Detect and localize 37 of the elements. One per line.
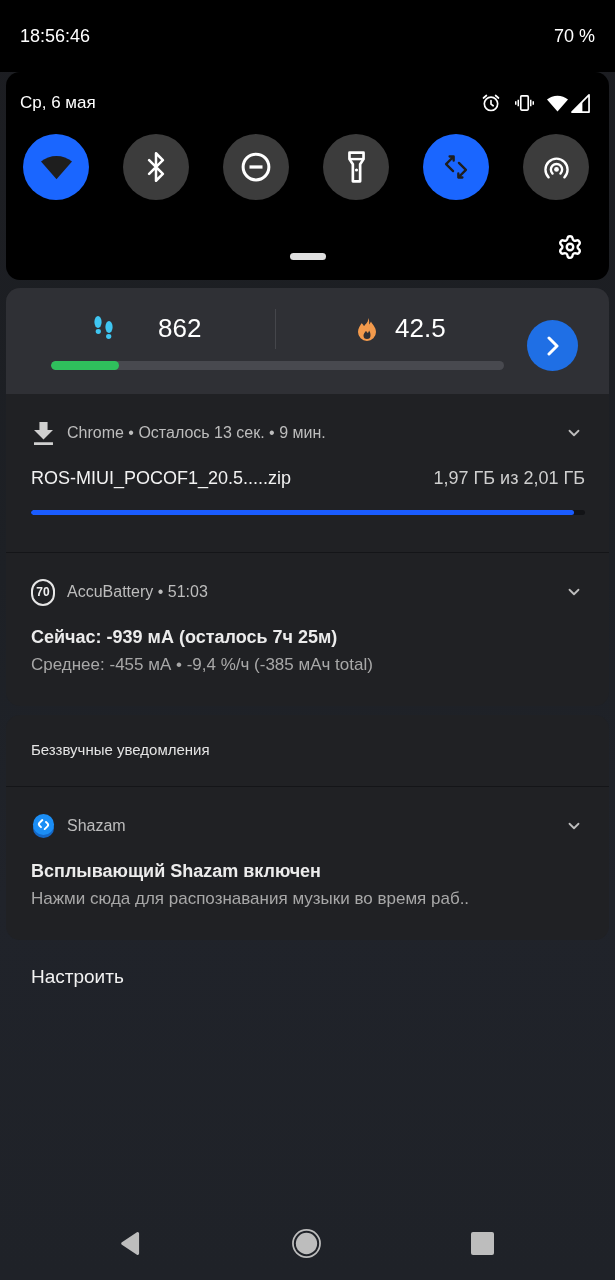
settings-icon[interactable]: [557, 234, 583, 260]
vibrate-icon: [514, 93, 535, 113]
flashlight-icon: [347, 151, 365, 183]
chevron-right-icon: [546, 335, 559, 356]
recents-icon: [470, 1231, 494, 1255]
home-icon: [291, 1228, 321, 1258]
signal-icon: [571, 93, 590, 113]
manage-button[interactable]: Настроить: [31, 963, 124, 987]
notification-text: Среднее: -455 мА • -9,4 %/ч (-385 мАч total): [31, 654, 373, 677]
minus-circle-icon: [241, 152, 271, 182]
wifi-icon: [547, 94, 568, 112]
alarm-icon: [481, 93, 501, 113]
flame-icon: [355, 316, 379, 341]
notification-text: Нажми сюда для распознавания музыки во время раб..: [31, 888, 470, 911]
drag-handle[interactable]: [289, 253, 326, 260]
notification-header: Chrome • Осталось 13 сек. • 9 мин.: [67, 423, 326, 443]
hotspot-icon: [541, 155, 571, 179]
download-size: 1,97 ГБ из 2,01 ГБ: [433, 466, 585, 490]
notification-title: Сейчас: -939 мА (осталось 7ч 25м): [31, 625, 338, 649]
section-header: Беззвучные уведомления: [31, 740, 210, 761]
battery-percent: 70 %: [553, 24, 595, 48]
app-logo-icon: [31, 813, 55, 839]
open-button[interactable]: [527, 320, 578, 371]
notification-title: Всплывающий Shazam включен: [31, 859, 321, 883]
download-icon: [33, 421, 53, 445]
file-name: ROS-MIUI_POCOF1_20.5.....zip: [31, 466, 292, 491]
wifi-icon: [40, 154, 72, 180]
notification-header: AccuBattery • 51:03: [67, 582, 208, 602]
notification-header: Shazam: [67, 816, 126, 836]
battery-percent-badge: 70: [31, 578, 55, 606]
bluetooth-icon: [147, 152, 165, 182]
steps-count: 862: [158, 312, 202, 345]
date: Ср, 6 мая: [20, 92, 96, 115]
rotate-arrows-icon: [442, 153, 470, 181]
calories-value: 42.5: [395, 312, 446, 345]
back-icon: [119, 1230, 141, 1256]
clock: 18:56:46: [20, 24, 91, 48]
